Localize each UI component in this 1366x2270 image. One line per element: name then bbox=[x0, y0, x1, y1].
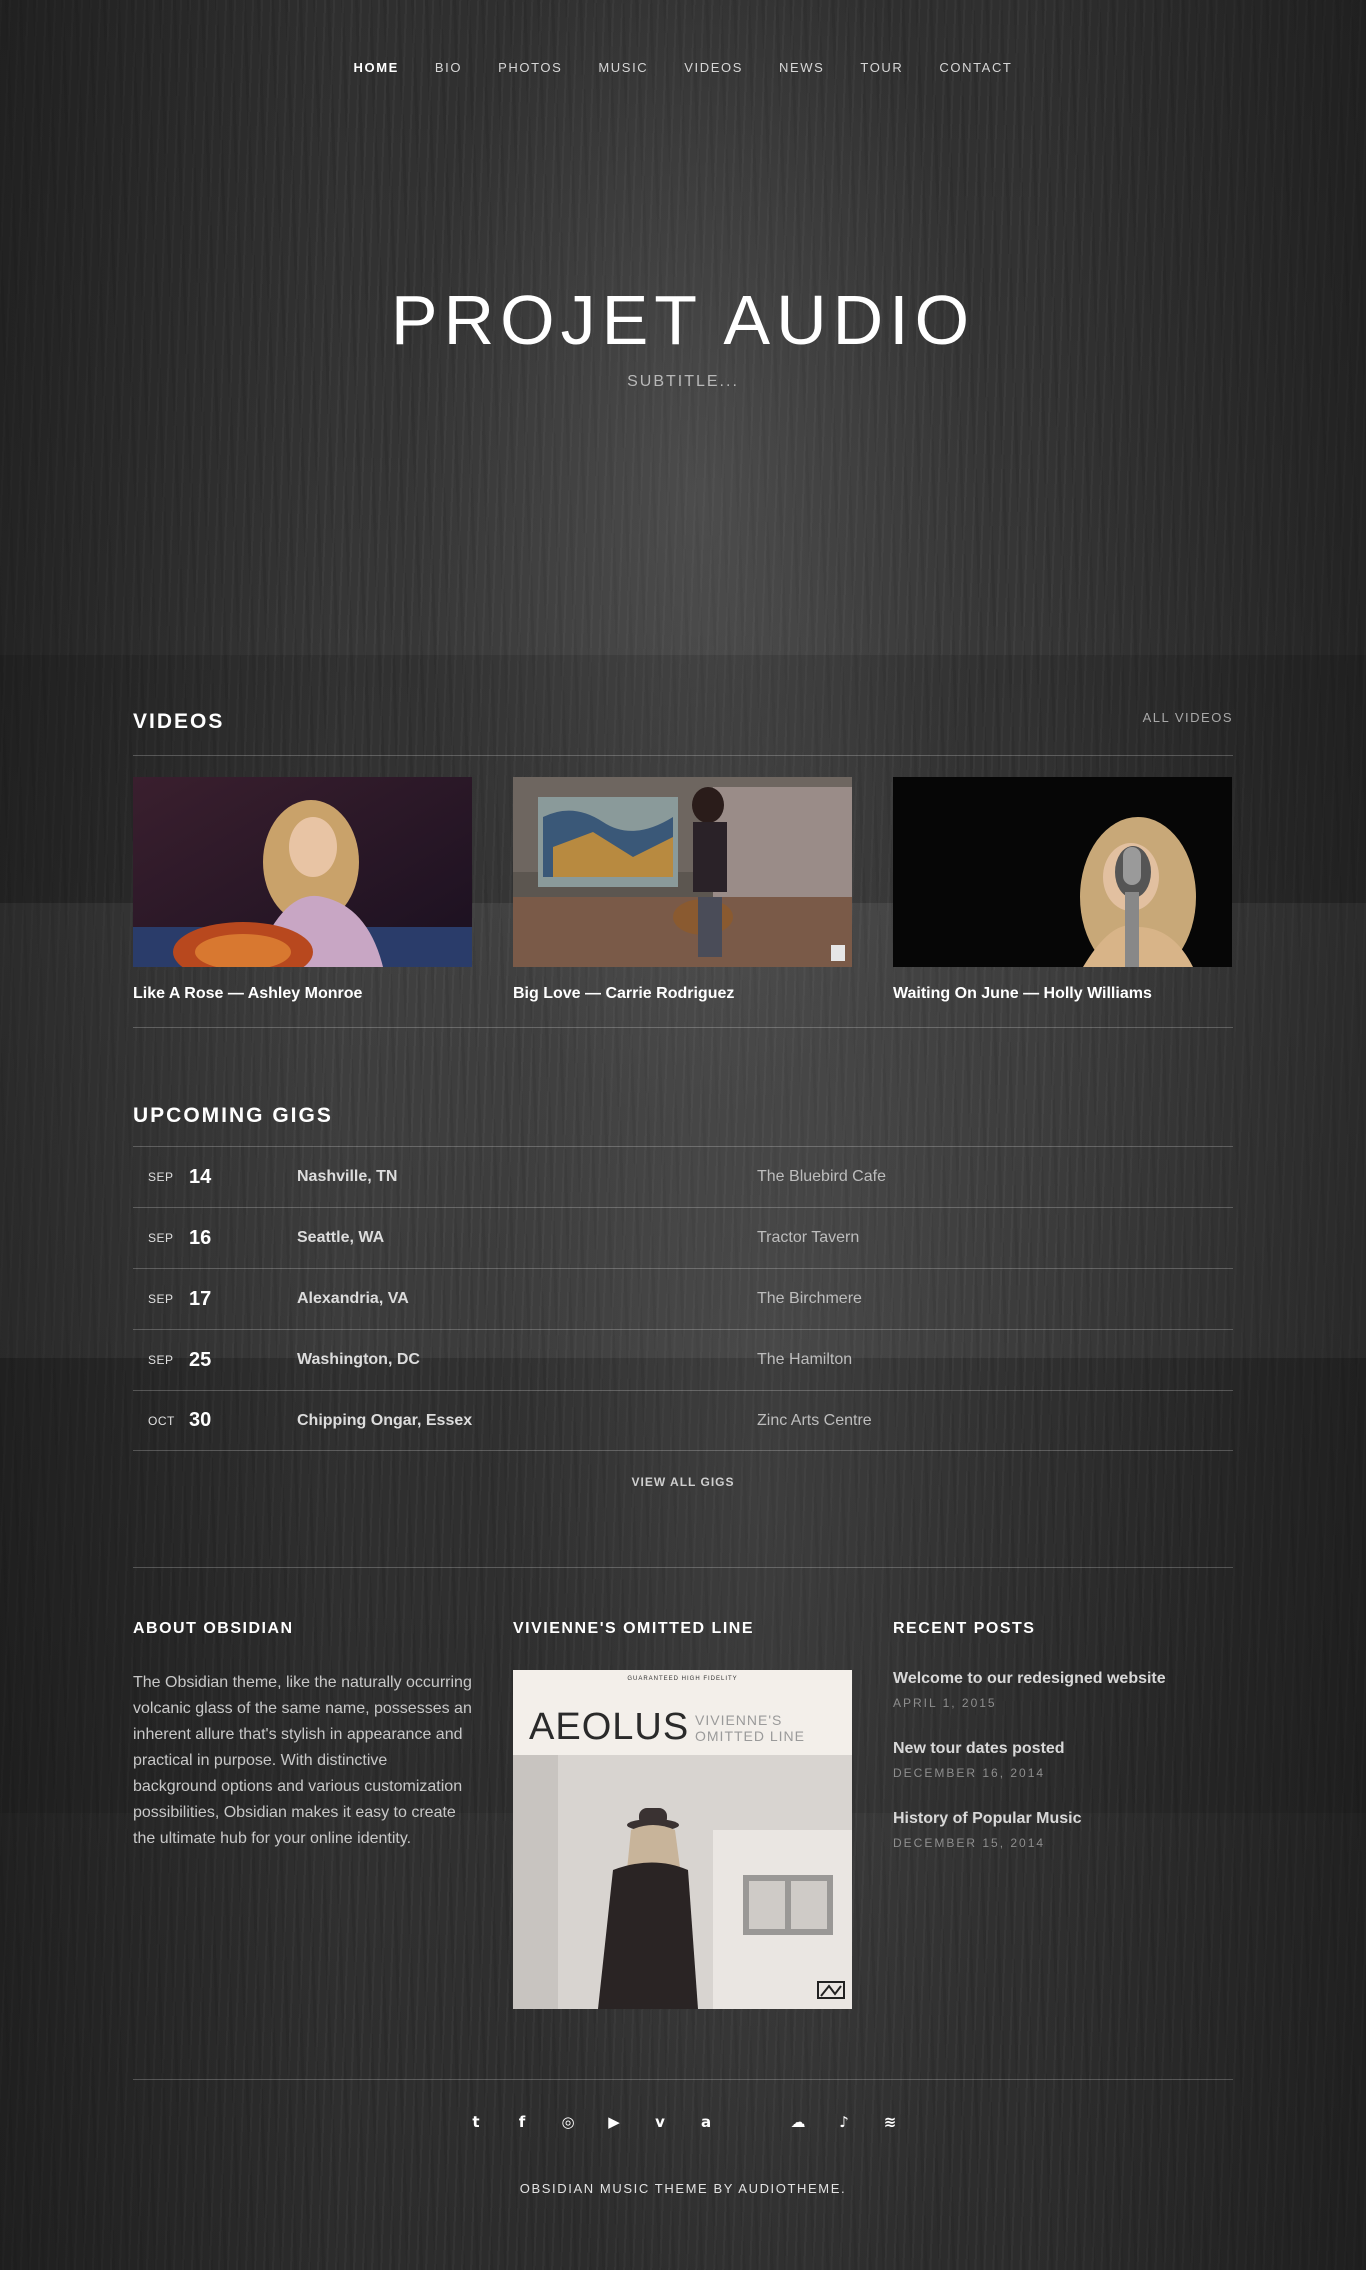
album-cover-sub-1: VIVIENNE'S bbox=[695, 1712, 783, 1728]
twitter-icon[interactable]: t bbox=[464, 2110, 488, 2134]
video-title[interactable]: Waiting On June — Holly Williams bbox=[893, 985, 1232, 1003]
post-item: New tour dates posted DECEMBER 16, 2014 bbox=[893, 1740, 1232, 1780]
youtube-icon[interactable]: ▶ bbox=[602, 2110, 626, 2134]
amazon-icon[interactable]: a bbox=[694, 2110, 718, 2134]
video-grid: Like A Rose — Ashley Monroe Big Love — C… bbox=[133, 777, 1233, 1003]
soundcloud-icon[interactable]: ☁ bbox=[786, 2110, 810, 2134]
about-title: ABOUT OBSIDIAN bbox=[133, 1620, 294, 1637]
gig-month: SEP bbox=[148, 1353, 174, 1367]
video-thumbnail[interactable] bbox=[513, 777, 852, 967]
recent-posts-widget: RECENT POSTS Welcome to our redesigned w… bbox=[893, 1620, 1232, 2009]
videos-header: VIDEOS ALL VIDEOS bbox=[133, 710, 1233, 756]
about-text: The Obsidian theme, like the naturally o… bbox=[133, 1674, 472, 1847]
video-thumbnail-image bbox=[133, 777, 472, 967]
vimeo-icon[interactable]: v bbox=[648, 2110, 672, 2134]
view-all-gigs-link[interactable]: VIEW ALL GIGS bbox=[133, 1475, 1233, 1489]
nav-item-bio[interactable]: BIO bbox=[417, 60, 480, 75]
nav-item-tour[interactable]: TOUR bbox=[842, 60, 921, 75]
album-cover[interactable]: GUARANTEED HIGH FIDELITY AEOLUS VIVIENNE… bbox=[513, 1670, 852, 2009]
album-cover-topline: GUARANTEED HIGH FIDELITY bbox=[627, 1676, 738, 1682]
gigs-section: UPCOMING GIGS SEP 14 Nashville, TN The B… bbox=[133, 1104, 1233, 1489]
video-card[interactable]: Waiting On June — Holly Williams bbox=[893, 777, 1232, 1003]
videos-title: VIDEOS bbox=[133, 710, 225, 733]
post-date: DECEMBER 16, 2014 bbox=[893, 1766, 1046, 1780]
gig-city[interactable]: Alexandria, VA bbox=[297, 1290, 757, 1308]
gig-city[interactable]: Chipping Ongar, Essex bbox=[297, 1412, 757, 1430]
gig-day: 17 bbox=[189, 1287, 212, 1310]
album-title: VIVIENNE'S OMITTED LINE bbox=[513, 1620, 754, 1637]
gig-venue: The Bluebird Cafe bbox=[757, 1168, 886, 1185]
main-nav: HOME BIO PHOTOS MUSIC VIDEOS NEWS TOUR C… bbox=[0, 60, 1366, 75]
itunes-icon[interactable]: ♪ bbox=[832, 2110, 856, 2134]
gig-day: 30 bbox=[189, 1409, 212, 1431]
nav-item-videos[interactable]: VIDEOS bbox=[666, 60, 761, 75]
about-widget: ABOUT OBSIDIAN The Obsidian theme, like … bbox=[133, 1620, 472, 2009]
gig-day: 16 bbox=[189, 1226, 212, 1249]
post-title[interactable]: Welcome to our redesigned website bbox=[893, 1670, 1232, 1688]
gig-month: OCT bbox=[148, 1413, 175, 1428]
gig-city[interactable]: Seattle, WA bbox=[297, 1229, 757, 1247]
divider bbox=[133, 2079, 1233, 2080]
post-title[interactable]: History of Popular Music bbox=[893, 1810, 1232, 1828]
video-card[interactable]: Like A Rose — Ashley Monroe bbox=[133, 777, 472, 1003]
nav-item-music[interactable]: MUSIC bbox=[580, 60, 666, 75]
post-title[interactable]: New tour dates posted bbox=[893, 1740, 1232, 1758]
gig-city[interactable]: Washington, DC bbox=[297, 1351, 757, 1369]
gig-row[interactable]: OCT 30 Chipping Ongar, Essex Zinc Arts C… bbox=[133, 1390, 1233, 1451]
recent-posts-title: RECENT POSTS bbox=[893, 1620, 1036, 1637]
video-title[interactable]: Like A Rose — Ashley Monroe bbox=[133, 985, 472, 1003]
gig-venue: Zinc Arts Centre bbox=[757, 1411, 872, 1429]
video-thumbnail[interactable] bbox=[133, 777, 472, 967]
video-card[interactable]: Big Love — Carrie Rodriguez bbox=[513, 777, 852, 1003]
video-title[interactable]: Big Love — Carrie Rodriguez bbox=[513, 985, 852, 1003]
gig-month: SEP bbox=[148, 1231, 174, 1245]
facebook-icon[interactable]: f bbox=[510, 2110, 534, 2134]
gig-venue: The Hamilton bbox=[757, 1351, 853, 1368]
social-links: t f ◎ ▶ v a ☁ ♪ ≋ bbox=[0, 2110, 1366, 2134]
videos-section: VIDEOS ALL VIDEOS Like A Rose — Ashley M… bbox=[133, 710, 1233, 1028]
gig-month: SEP bbox=[148, 1170, 174, 1184]
video-thumbnail-image bbox=[513, 777, 852, 967]
post-date: DECEMBER 15, 2014 bbox=[893, 1836, 1046, 1850]
footer-credit: OBSIDIAN MUSIC THEME BY AUDIOTHEME. bbox=[519, 2181, 847, 2196]
gig-row[interactable]: SEP 17 Alexandria, VA The Birchmere bbox=[133, 1268, 1233, 1329]
gig-city[interactable]: Nashville, TN bbox=[297, 1168, 757, 1186]
site-subtitle: SUBTITLE... bbox=[627, 373, 739, 390]
apple-icon[interactable] bbox=[740, 2110, 764, 2134]
post-date: APRIL 1, 2015 bbox=[893, 1696, 997, 1710]
album-cover-name: AEOLUS bbox=[529, 1706, 690, 1748]
spotify-icon[interactable]: ≋ bbox=[878, 2110, 902, 2134]
gig-month: SEP bbox=[148, 1292, 174, 1306]
divider bbox=[133, 1027, 1233, 1028]
gigs-title: UPCOMING GIGS bbox=[133, 1104, 333, 1127]
album-cover-sub-2: OMITTED LINE bbox=[695, 1728, 806, 1744]
nav-item-contact[interactable]: CONTACT bbox=[921, 60, 1030, 75]
post-item: History of Popular Music DECEMBER 15, 20… bbox=[893, 1810, 1232, 1850]
gig-day: 25 bbox=[189, 1348, 212, 1371]
instagram-icon[interactable]: ◎ bbox=[556, 2110, 580, 2134]
post-item: Welcome to our redesigned website APRIL … bbox=[893, 1670, 1232, 1710]
all-videos-link[interactable]: ALL VIDEOS bbox=[1143, 710, 1233, 725]
gig-venue: Tractor Tavern bbox=[757, 1229, 860, 1246]
nav-item-news[interactable]: NEWS bbox=[761, 60, 842, 75]
gig-row[interactable]: SEP 14 Nashville, TN The Bluebird Cafe bbox=[133, 1146, 1233, 1207]
gig-row[interactable]: SEP 25 Washington, DC The Hamilton bbox=[133, 1329, 1233, 1390]
gig-venue: The Birchmere bbox=[757, 1290, 862, 1307]
nav-item-photos[interactable]: PHOTOS bbox=[480, 60, 580, 75]
video-thumbnail[interactable] bbox=[893, 777, 1232, 967]
gig-day: 14 bbox=[189, 1165, 212, 1188]
video-thumbnail-image bbox=[893, 777, 1232, 967]
album-widget: VIVIENNE'S OMITTED LINE GUARANTEED HIGH … bbox=[513, 1620, 852, 2009]
widgets-row: ABOUT OBSIDIAN The Obsidian theme, like … bbox=[133, 1620, 1233, 2009]
divider bbox=[133, 1567, 1233, 1568]
nav-item-home[interactable]: HOME bbox=[336, 60, 417, 75]
site-title[interactable]: PROJET AUDIO bbox=[0, 280, 1366, 360]
gig-row[interactable]: SEP 16 Seattle, WA Tractor Tavern bbox=[133, 1207, 1233, 1268]
